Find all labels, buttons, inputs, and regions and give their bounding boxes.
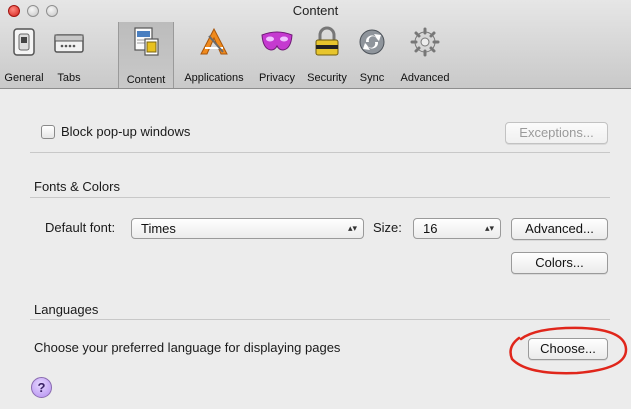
divider-fonts [30, 197, 610, 198]
block-popups-checkbox[interactable] [41, 125, 55, 139]
privacy-mask-icon [261, 31, 293, 51]
general-switch-icon [13, 28, 35, 56]
toolbar-security-label: Security [307, 72, 347, 84]
fonts-colors-heading: Fonts & Colors [34, 179, 120, 194]
advanced-fonts-button[interactable]: Advanced... [511, 218, 608, 240]
window-toolbar: Content General Tabs Content Application… [0, 0, 631, 89]
select-arrows-icon: ▴▾ [484, 223, 494, 233]
divider-popups [30, 152, 610, 153]
toolbar-sync-label: Sync [359, 72, 385, 84]
toolbar-general[interactable]: General [2, 23, 46, 85]
toolbar-advanced-label: Advanced [400, 72, 450, 84]
default-font-value: Times [141, 221, 176, 236]
select-arrows-icon: ▴▾ [347, 223, 357, 233]
toolbar-advanced[interactable]: Advanced [392, 23, 458, 85]
divider-languages [30, 319, 610, 320]
default-font-label: Default font: [45, 220, 116, 235]
choose-language-button[interactable]: Choose... [528, 338, 608, 360]
toolbar-security[interactable]: Security [302, 23, 352, 85]
exceptions-button[interactable]: Exceptions... [505, 122, 608, 144]
default-font-select[interactable]: Times ▴▾ [131, 218, 364, 239]
content-page-icon [134, 27, 159, 56]
toolbar-privacy-label: Privacy [258, 72, 296, 84]
window-title: Content [292, 3, 339, 18]
toolbar-tabs[interactable]: Tabs [47, 23, 91, 85]
toolbar-content[interactable]: Content [118, 22, 174, 88]
languages-description: Choose your preferred language for displ… [34, 340, 341, 355]
size-label: Size: [373, 220, 402, 235]
toolbar-tabs-label: Tabs [57, 72, 81, 84]
font-size-value: 16 [423, 221, 438, 236]
advanced-gear-icon [410, 27, 440, 57]
languages-heading: Languages [34, 302, 99, 317]
toolbar-general-label: General [4, 72, 44, 84]
toolbar-applications-label: Applications [184, 72, 244, 84]
toolbar-privacy[interactable]: Privacy [253, 23, 301, 85]
sync-icon [359, 29, 385, 55]
toolbar-content-label: Content [126, 74, 166, 86]
toolbar-sync[interactable]: Sync [353, 23, 391, 85]
block-popups-label[interactable]: Block pop-up windows [61, 124, 190, 139]
font-size-select[interactable]: 16 ▴▾ [413, 218, 501, 239]
tabs-icon [54, 34, 84, 53]
applications-icon [200, 27, 228, 55]
colors-button[interactable]: Colors... [511, 252, 608, 274]
security-lock-icon [315, 26, 339, 56]
help-button[interactable]: ? [31, 377, 52, 398]
toolbar-applications[interactable]: Applications [176, 23, 252, 85]
